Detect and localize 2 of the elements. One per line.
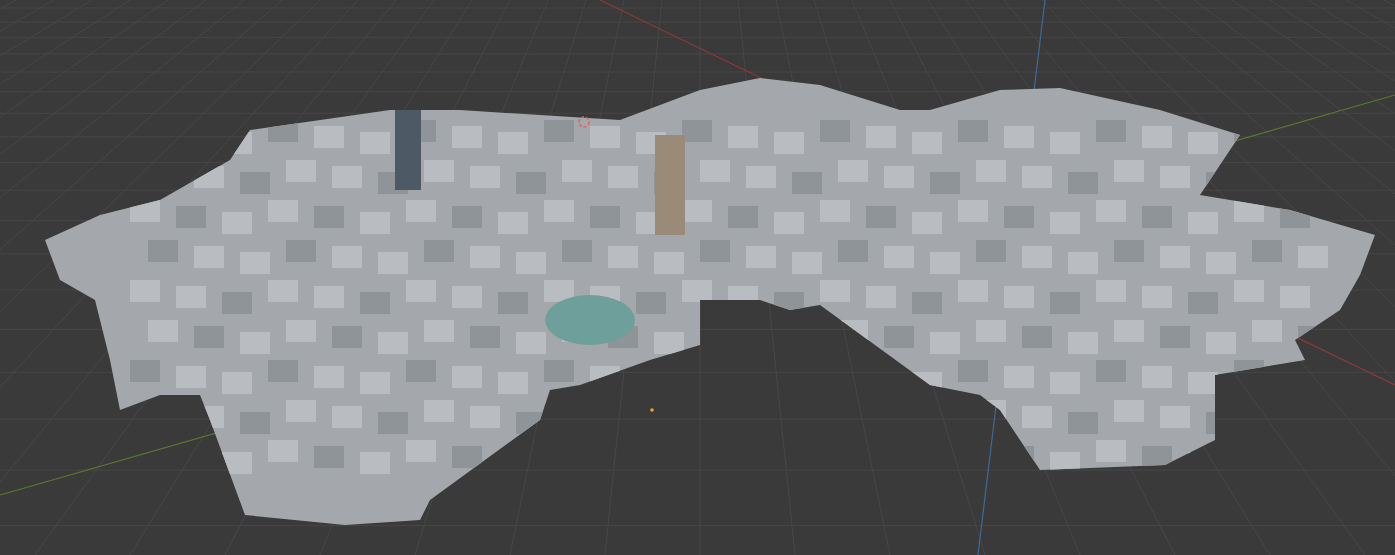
origin-dot-icon (650, 408, 654, 412)
3d-cursor-icon[interactable] (578, 116, 590, 128)
